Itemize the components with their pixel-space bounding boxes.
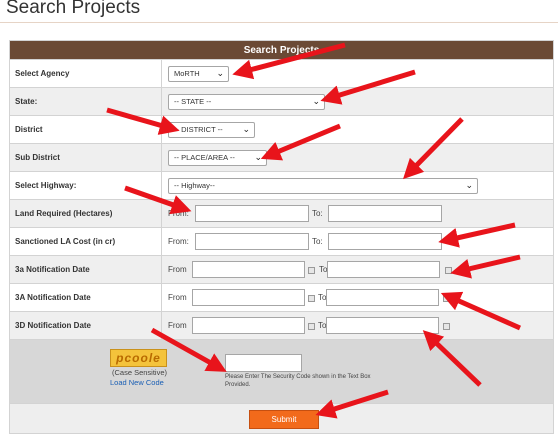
district-select[interactable]: -- DISTRICT -- ⌄: [168, 122, 255, 138]
notif-3A-to-input[interactable]: [326, 289, 439, 306]
notif-3A-row: 3A Notification Date From To: [9, 283, 554, 312]
la-cost-row: Sanctioned LA Cost (in cr) From: To:: [9, 227, 554, 256]
la-cost-to-label: To:: [312, 237, 323, 246]
la-cost-label: Sanctioned LA Cost (in cr): [9, 227, 162, 256]
highway-select[interactable]: -- Highway-- ⌄: [168, 178, 478, 194]
la-cost-from-label: From:: [168, 237, 189, 246]
district-label: District: [9, 115, 162, 144]
notif-3A-label: 3A Notification Date: [9, 283, 162, 312]
land-from-input[interactable]: [195, 205, 309, 222]
case-sensitive-note: (Case Sensitive): [112, 368, 168, 377]
agency-select-value: MoRTH: [174, 69, 200, 78]
notif-3A-from-input[interactable]: [192, 289, 305, 306]
chevron-down-icon: ⌄: [254, 152, 262, 162]
notif-3A-from-label: From: [168, 293, 187, 302]
calendar-icon[interactable]: [308, 267, 315, 274]
security-code-help: Please Enter The Security Code shown in …: [225, 374, 371, 388]
agency-select[interactable]: MoRTH ⌄: [168, 66, 229, 82]
state-row: State: -- STATE -- ⌄: [9, 87, 554, 116]
agency-row: Select Agency MoRTH ⌄: [9, 59, 554, 88]
land-to-label: To:: [312, 209, 323, 218]
captcha-image: pcoole: [110, 349, 167, 367]
submit-button[interactable]: Submit: [249, 410, 319, 429]
land-label: Land Required (Hectares): [9, 199, 162, 228]
district-select-value: -- DISTRICT --: [174, 125, 223, 134]
la-cost-from-input[interactable]: [195, 233, 309, 250]
search-form: Search Projects Select Agency MoRTH ⌄ St…: [9, 40, 554, 434]
notif-3D-from-label: From: [168, 321, 187, 330]
notif-3D-to-input[interactable]: [326, 317, 439, 334]
security-code-input[interactable]: [225, 354, 302, 372]
calendar-icon[interactable]: [308, 323, 315, 330]
calendar-icon[interactable]: [443, 295, 450, 302]
sub-district-select-value: -- PLACE/AREA --: [174, 153, 235, 162]
notif-3D-row: 3D Notification Date From To: [9, 311, 554, 340]
page-title: Search Projects: [6, 0, 141, 18]
notif-3a-from-input[interactable]: [192, 261, 305, 278]
state-select[interactable]: -- STATE -- ⌄: [168, 94, 325, 110]
notif-3a-row: 3a Notification Date From To: [9, 255, 554, 284]
notif-3D-label: 3D Notification Date: [9, 311, 162, 340]
land-to-input[interactable]: [328, 205, 442, 222]
state-label: State:: [9, 87, 162, 116]
title-divider: [0, 22, 558, 23]
calendar-icon[interactable]: [308, 295, 315, 302]
notif-3D-from-input[interactable]: [192, 317, 305, 334]
form-header: Search Projects: [9, 40, 554, 60]
la-cost-to-input[interactable]: [328, 233, 442, 250]
captcha-row: pcoole (Case Sensitive) Load New Code Pl…: [9, 339, 554, 404]
sub-district-label: Sub District: [9, 143, 162, 172]
highway-row: Select Highway: -- Highway-- ⌄: [9, 171, 554, 200]
load-new-code-link[interactable]: Load New Code: [110, 378, 164, 387]
state-select-value: -- STATE --: [174, 97, 212, 106]
calendar-icon[interactable]: [445, 267, 452, 274]
sub-district-row: Sub District -- PLACE/AREA -- ⌄: [9, 143, 554, 172]
sub-district-select[interactable]: -- PLACE/AREA -- ⌄: [168, 150, 267, 166]
agency-label: Select Agency: [9, 59, 162, 88]
notif-3a-from-label: From: [168, 265, 187, 274]
land-from-label: From:: [168, 209, 189, 218]
chevron-down-icon: ⌄: [465, 180, 473, 190]
chevron-down-icon: ⌄: [312, 96, 320, 106]
notif-3a-label: 3a Notification Date: [9, 255, 162, 284]
chevron-down-icon: ⌄: [242, 124, 250, 134]
submit-row: Submit: [9, 403, 554, 434]
notif-3a-to-input[interactable]: [327, 261, 440, 278]
district-row: District -- DISTRICT -- ⌄: [9, 115, 554, 144]
land-row: Land Required (Hectares) From: To:: [9, 199, 554, 228]
highway-label: Select Highway:: [9, 171, 162, 200]
chevron-down-icon: ⌄: [216, 68, 224, 78]
highway-select-value: -- Highway--: [174, 181, 215, 190]
calendar-icon[interactable]: [443, 323, 450, 330]
